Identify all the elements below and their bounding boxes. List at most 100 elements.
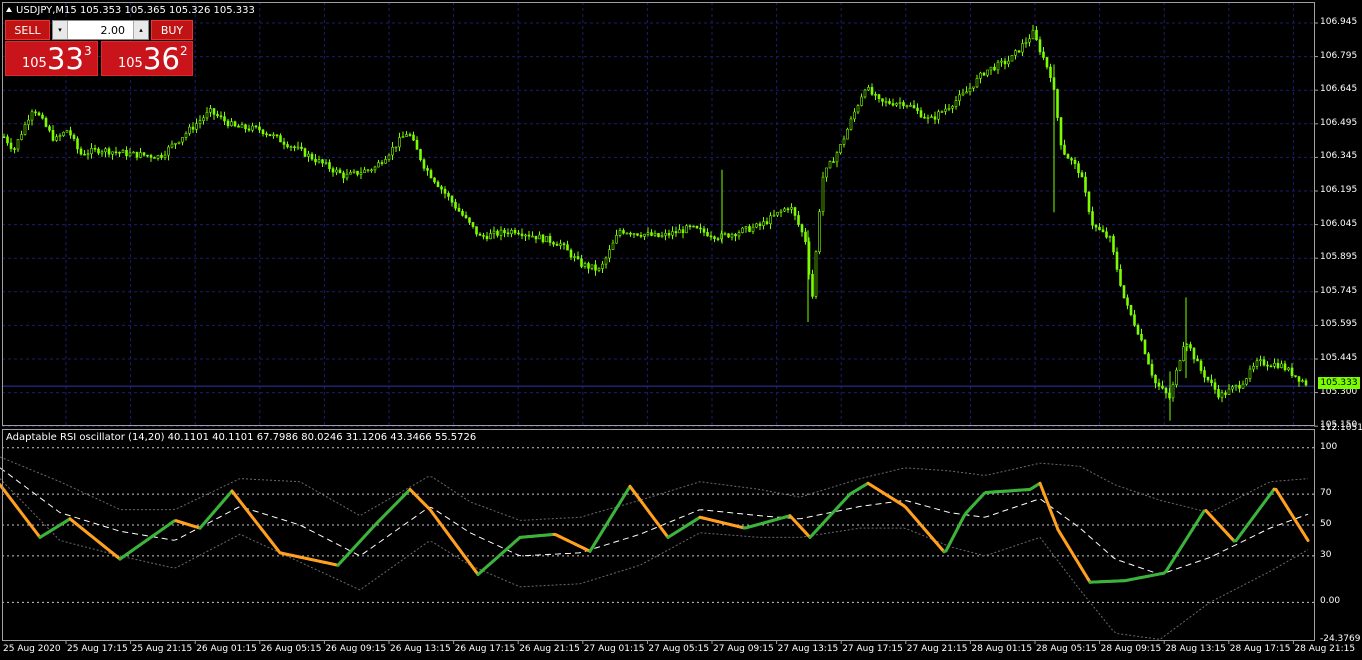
candle-body — [825, 167, 828, 178]
candle-body — [622, 230, 625, 234]
candle-body — [1091, 211, 1094, 226]
candle-body — [27, 119, 30, 125]
lot-size-input[interactable] — [69, 22, 125, 38]
candle-body — [296, 146, 300, 149]
time-axis-label: 26 Aug 17:15 — [454, 644, 516, 654]
candle-body — [496, 230, 499, 236]
candle-body — [58, 135, 62, 138]
candle-body — [737, 232, 741, 237]
chart-window[interactable]: USDJPY,M15 105.353 105.365 105.326 105.3… — [0, 0, 1362, 660]
candle-body — [1238, 385, 1241, 389]
candle-body — [660, 235, 664, 238]
candle-body — [279, 135, 282, 143]
candle-body — [13, 148, 16, 150]
candle-body — [1206, 376, 1210, 381]
candle-body — [293, 146, 296, 148]
candle-body — [940, 111, 944, 113]
candle-body — [629, 232, 632, 235]
candle-body — [335, 169, 338, 173]
candle-body — [891, 103, 895, 106]
candle-body — [156, 154, 160, 159]
candle-body — [1010, 54, 1014, 62]
candle-body — [125, 150, 128, 157]
candle-body — [944, 108, 947, 112]
buy-button[interactable]: BUY — [151, 20, 193, 40]
candle-body — [625, 232, 629, 235]
indicator-levels — [2, 447, 1314, 644]
candle-body — [1213, 382, 1217, 390]
price-axis-label: 106.045 — [1320, 218, 1358, 229]
candle-body — [874, 94, 877, 96]
candle-body — [492, 230, 496, 234]
candle-body — [349, 172, 352, 175]
candle-body — [2, 136, 6, 139]
candle-body — [454, 201, 457, 209]
candle-body — [212, 108, 216, 115]
candle-body — [275, 134, 279, 137]
indicator-frame — [2, 429, 1315, 641]
candle-body — [1192, 347, 1196, 360]
candle-body — [716, 238, 720, 240]
candle-body — [1294, 375, 1297, 377]
candle-body — [373, 166, 377, 171]
candle-body — [1171, 384, 1175, 399]
candle-body — [160, 154, 163, 158]
candle-body — [1080, 172, 1084, 178]
candle-body — [958, 94, 961, 101]
sell-button[interactable]: SELL — [5, 20, 50, 40]
candle-body — [1077, 163, 1080, 174]
candle-body — [107, 148, 111, 155]
lot-decrease-icon[interactable]: ▾ — [53, 21, 68, 39]
candle-body — [62, 131, 65, 136]
candle-body — [468, 217, 471, 223]
sell-price-button[interactable]: 105 33 3 — [5, 41, 98, 76]
candle-body — [1196, 358, 1199, 362]
candle-body — [1276, 363, 1280, 368]
candle-body — [1084, 176, 1087, 193]
candle-body — [531, 235, 534, 238]
candle-body — [1035, 29, 1038, 41]
candle-body — [671, 231, 674, 236]
main-chart-frame — [2, 2, 1315, 426]
candle-body — [779, 210, 783, 213]
candle-body — [146, 154, 149, 157]
candle-body — [744, 226, 748, 229]
candle-body — [1028, 38, 1031, 43]
candle-body — [202, 117, 205, 122]
time-axis-label: 26 Aug 13:15 — [390, 644, 451, 654]
candle-body — [1189, 344, 1192, 349]
collapse-triangle-icon[interactable] — [6, 7, 12, 12]
candle-body — [464, 215, 468, 219]
candle-body — [254, 125, 258, 128]
candle-body — [702, 228, 706, 233]
candle-body — [310, 153, 314, 160]
price-axis-label: 106.495 — [1320, 117, 1358, 128]
lot-increase-icon[interactable]: ▴ — [133, 21, 148, 39]
chart-canvas[interactable] — [0, 0, 1362, 660]
price-axis-label: 106.195 — [1320, 185, 1358, 195]
candle-body — [765, 221, 769, 225]
candle-body — [251, 125, 254, 131]
candle-body — [709, 235, 713, 238]
candle-body — [989, 66, 993, 71]
buy-price-button[interactable]: 105 36 2 — [101, 41, 193, 76]
time-axis-label: 25 Aug 17:15 — [67, 644, 128, 654]
candle-body — [541, 234, 545, 243]
candle-body — [380, 162, 384, 164]
candle-body — [657, 233, 660, 238]
candle-body — [863, 89, 867, 98]
candle-body — [930, 116, 933, 119]
candle-body — [475, 226, 478, 235]
candle-body — [762, 221, 765, 226]
candle-body — [1122, 285, 1126, 299]
price-axis-label: 105.595 — [1320, 319, 1358, 330]
candle-body — [1224, 392, 1227, 395]
candle-body — [650, 232, 653, 236]
candle-body — [1255, 360, 1259, 367]
indicator-axis-label: 70 — [1320, 488, 1332, 499]
candle-body — [947, 107, 951, 110]
candle-body — [562, 243, 566, 246]
candle-body — [317, 159, 321, 163]
price-axis-label: 106.645 — [1320, 84, 1358, 95]
time-axis-label: 28 Aug 09:15 — [1100, 644, 1162, 654]
